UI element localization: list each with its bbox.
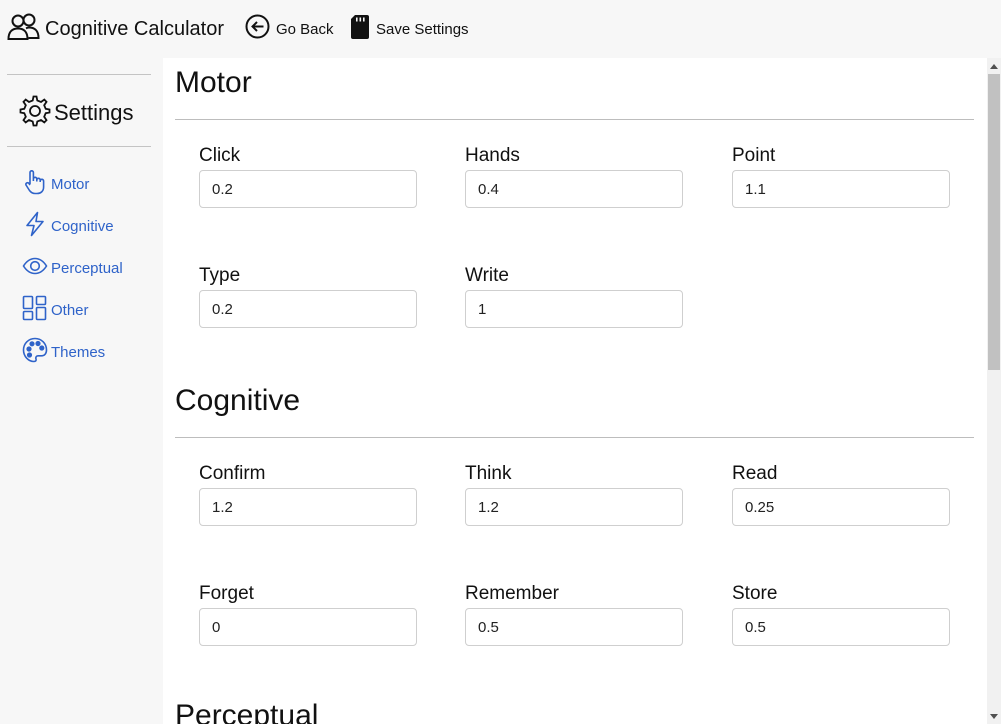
- app-title: Cognitive Calculator: [45, 17, 224, 40]
- sidebar-divider-top: [7, 74, 151, 75]
- type-input[interactable]: [199, 290, 417, 328]
- sidebar-item-themes[interactable]: Themes: [22, 337, 106, 368]
- sidebar-item-label: Themes: [51, 343, 106, 361]
- sidebar-item-motor[interactable]: Motor: [22, 169, 90, 200]
- section-title-perceptual: Perceptual: [175, 699, 319, 724]
- arrow-left-circle-icon: [245, 14, 270, 44]
- gear-icon: [18, 94, 52, 133]
- sidebar-item-perceptual[interactable]: Perceptual: [22, 254, 123, 282]
- section-divider: [175, 119, 974, 120]
- scroll-down-arrow-icon[interactable]: [987, 708, 1001, 724]
- go-back-label: Go Back: [276, 20, 334, 38]
- field-label-confirm: Confirm: [199, 463, 266, 484]
- click-input[interactable]: [199, 170, 417, 208]
- point-input[interactable]: [732, 170, 950, 208]
- field-label-forget: Forget: [199, 583, 254, 604]
- grid-icon: [22, 295, 48, 326]
- eye-icon: [22, 253, 48, 284]
- go-back-button[interactable]: Go Back: [245, 14, 334, 44]
- palette-icon: [22, 337, 48, 368]
- settings-panel: Motor Click Hands Point Type Write Cogni…: [163, 58, 987, 724]
- field-label-click: Click: [199, 145, 241, 166]
- remember-input[interactable]: [465, 608, 683, 646]
- sidebar-item-label: Motor: [51, 175, 90, 193]
- section-divider: [175, 437, 974, 438]
- write-input[interactable]: [465, 290, 683, 328]
- sidebar-item-other[interactable]: Other: [22, 295, 89, 326]
- lightning-icon: [22, 211, 48, 242]
- sidebar-divider-bottom: [7, 146, 151, 147]
- app-brand: Cognitive Calculator: [7, 13, 224, 46]
- field-label-think: Think: [465, 463, 512, 484]
- field-label-write: Write: [465, 265, 509, 286]
- read-input[interactable]: [732, 488, 950, 526]
- users-icon: [7, 13, 40, 46]
- field-label-store: Store: [732, 583, 778, 604]
- field-label-type: Type: [199, 265, 241, 286]
- confirm-input[interactable]: [199, 488, 417, 526]
- field-label-read: Read: [732, 463, 778, 484]
- forget-input[interactable]: [199, 608, 417, 646]
- sidebar-heading-label: Settings: [54, 100, 134, 125]
- field-label-remember: Remember: [465, 583, 559, 604]
- scrollbar[interactable]: [987, 58, 1001, 724]
- sidebar: Settings Motor Cognitive Perceptual Othe…: [7, 58, 152, 724]
- scroll-thumb[interactable]: [988, 74, 1000, 370]
- sidebar-item-cognitive[interactable]: Cognitive: [22, 211, 114, 242]
- field-label-hands: Hands: [465, 145, 520, 166]
- section-title-cognitive: Cognitive: [175, 384, 301, 417]
- save-settings-label: Save Settings: [376, 20, 469, 38]
- think-input[interactable]: [465, 488, 683, 526]
- sd-card-icon: [350, 14, 370, 45]
- section-title-motor: Motor: [175, 66, 252, 99]
- hands-input[interactable]: [465, 170, 683, 208]
- save-settings-button[interactable]: Save Settings: [350, 14, 469, 44]
- sidebar-item-label: Cognitive: [51, 217, 114, 235]
- hand-pointer-icon: [22, 169, 48, 200]
- sidebar-heading: Settings: [18, 94, 134, 133]
- store-input[interactable]: [732, 608, 950, 646]
- field-label-point: Point: [732, 145, 776, 166]
- sidebar-item-label: Other: [51, 301, 89, 319]
- scroll-up-arrow-icon[interactable]: [987, 58, 1001, 74]
- top-bar: Cognitive Calculator Go Back Save Settin…: [0, 0, 1001, 58]
- sidebar-item-label: Perceptual: [51, 259, 123, 277]
